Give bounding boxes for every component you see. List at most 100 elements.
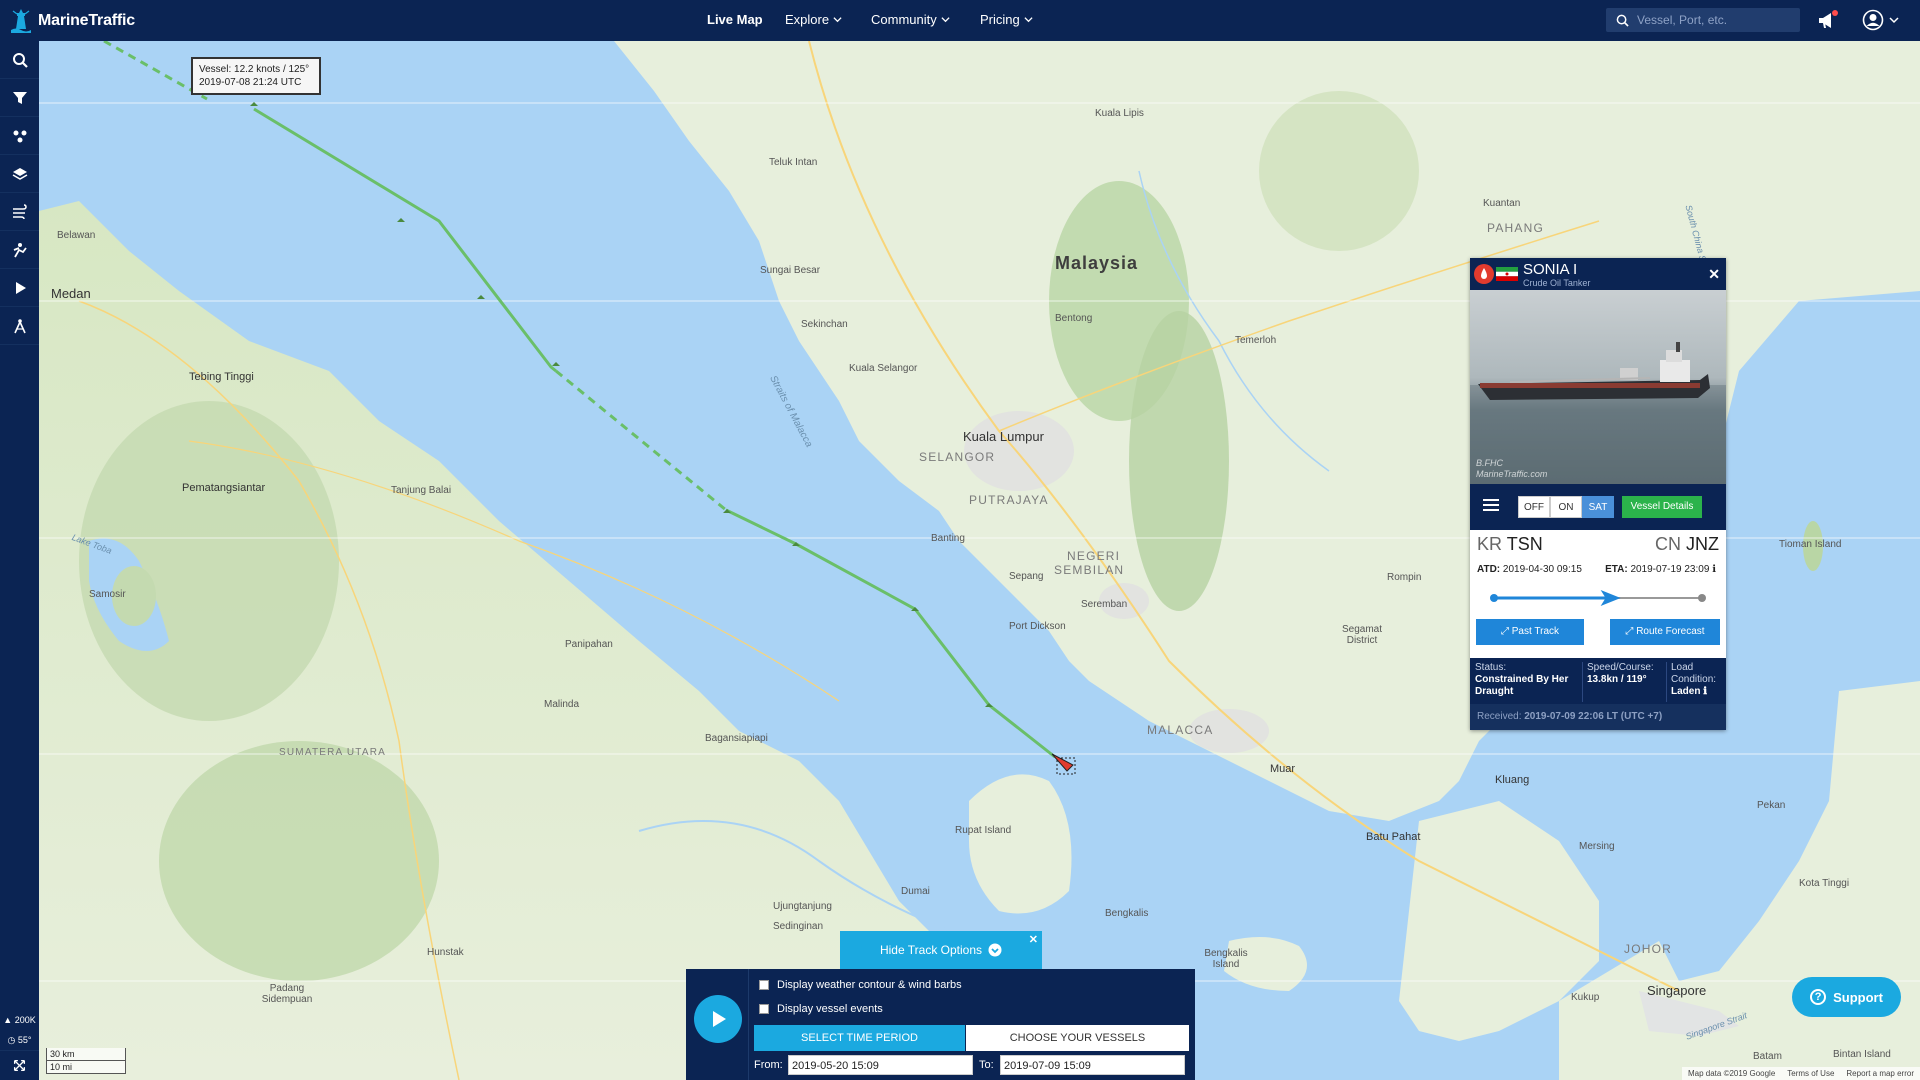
- tooltip-timestamp: 2019-07-08 21:24 UTC: [199, 77, 302, 88]
- from-date-input[interactable]: 2019-05-20 15:09: [788, 1055, 973, 1075]
- search-input[interactable]: [1637, 13, 1797, 27]
- fullscreen-icon: [13, 1059, 26, 1072]
- sidebar-fleet-button[interactable]: [0, 117, 39, 155]
- label-belawan: Belawan: [57, 230, 96, 241]
- label-putrajaya: PUTRAJAYA: [969, 493, 1049, 507]
- tanker-type-icon: [1474, 264, 1494, 284]
- hamburger-menu-icon[interactable]: [1483, 497, 1499, 513]
- label-kluang: Kluang: [1495, 774, 1530, 786]
- events-checkbox-row[interactable]: Display vessel events: [759, 1003, 883, 1015]
- search-icon: [1616, 14, 1629, 27]
- arrival-country-code: CN: [1654, 534, 1681, 554]
- label-johor: JOHOR: [1624, 942, 1672, 956]
- vessel-details-button[interactable]: Vessel Details: [1622, 496, 1702, 518]
- track-point-tooltip: Vessel: 12.2 knots / 125° 2019-07-08 21:…: [191, 57, 321, 95]
- load-value-row: Laden ℹ: [1671, 686, 1724, 698]
- from-label: From:: [754, 1059, 783, 1071]
- tanker-ship-image: [1470, 342, 1726, 484]
- departure-port-code: TSN: [1506, 534, 1543, 554]
- toggle-on[interactable]: ON: [1550, 496, 1582, 518]
- arrival-port[interactable]: CN JNZ: [1655, 534, 1719, 555]
- label-bengkalis: Bengkalis: [1105, 908, 1149, 919]
- label-sedinginan: Sedinginan: [773, 921, 824, 932]
- zoom-level-indicator: ▲ 200K: [3, 1015, 36, 1025]
- to-date-input[interactable]: 2019-07-09 15:09: [1000, 1055, 1185, 1075]
- sidebar-filter-button[interactable]: [0, 79, 39, 117]
- hide-track-options-label: Hide Track Options: [879, 943, 983, 957]
- notifications-button[interactable]: [1816, 10, 1838, 30]
- sidebar-weather-button[interactable]: [0, 193, 39, 231]
- label-samosir: Samosir: [89, 589, 126, 600]
- tab-select-time-period[interactable]: SELECT TIME PERIOD: [754, 1025, 965, 1051]
- nav-live-map[interactable]: Live Map: [707, 12, 763, 27]
- tab-choose-vessels[interactable]: CHOOSE YOUR VESSELS: [966, 1025, 1189, 1051]
- nav-community[interactable]: Community: [871, 12, 950, 27]
- photo-credit-site: MarineTraffic.com: [1476, 469, 1548, 479]
- left-sidebar: ▲ 200K ◷ 55°: [0, 41, 39, 1080]
- label-sembilan: SEMBILAN: [1054, 563, 1125, 577]
- lighthouse-logo-icon: [11, 9, 31, 33]
- sidebar-playback-button[interactable]: [0, 269, 39, 307]
- atd-label: ATD:: [1477, 564, 1501, 575]
- report-map-error-link[interactable]: Report a map error: [1846, 1069, 1914, 1078]
- sidebar-measure-button[interactable]: [0, 307, 39, 345]
- nav-community-label: Community: [871, 12, 937, 27]
- info-icon[interactable]: ℹ: [1703, 686, 1707, 697]
- account-menu[interactable]: [1862, 9, 1902, 31]
- sidebar-search-button[interactable]: [0, 41, 39, 79]
- status-value: Constrained By Her Draught: [1475, 674, 1569, 697]
- past-track-label: Past Track: [1511, 626, 1560, 637]
- label-segamat: Segamat District: [1341, 624, 1383, 646]
- label-ujungtanjung: Ujungtanjung: [773, 901, 832, 912]
- label-kuala-lipis: Kuala Lipis: [1095, 108, 1144, 119]
- play-track-button[interactable]: [694, 995, 742, 1043]
- route-forecast-button[interactable]: ⤢ Route Forecast: [1610, 619, 1720, 645]
- info-icon[interactable]: ℹ: [1712, 564, 1716, 575]
- events-checkbox-label: Display vessel events: [777, 1003, 883, 1015]
- received-timestamp: Received: 2019-07-09 22:06 LT (UTC +7): [1470, 704, 1726, 730]
- hide-track-options-button[interactable]: Hide Track Options ✕: [840, 931, 1042, 969]
- support-button[interactable]: ? Support: [1792, 977, 1901, 1017]
- atd-value: 2019-04-30 09:15: [1502, 564, 1582, 575]
- nav-pricing[interactable]: Pricing: [980, 12, 1033, 27]
- nav-explore[interactable]: Explore: [785, 12, 842, 27]
- departure-port[interactable]: KR TSN: [1477, 534, 1543, 555]
- notification-dot: [1832, 10, 1838, 16]
- label-bagansiapiapi: Bagansiapiapi: [705, 733, 768, 744]
- chevron-down-icon: [1889, 17, 1899, 24]
- density-icon: [13, 242, 27, 257]
- close-icon[interactable]: ✕: [1029, 933, 1038, 946]
- photo-credit-author: B.FHC: [1476, 458, 1503, 468]
- label-padang-sidempuan: Padang Sidempuan: [261, 983, 313, 1005]
- layers-icon: [12, 167, 27, 180]
- weather-checkbox[interactable]: [759, 980, 769, 990]
- sidebar-layers-button[interactable]: [0, 155, 39, 193]
- play-icon: [713, 1011, 726, 1027]
- heading-value: 55°: [17, 1035, 32, 1045]
- label-batam: Batam: [1753, 1051, 1782, 1062]
- weather-checkbox-row[interactable]: Display weather contour & wind barbs: [759, 979, 962, 991]
- marinetraffic-logo[interactable]: MarineTraffic: [10, 6, 135, 36]
- close-icon[interactable]: ✕: [1708, 266, 1720, 283]
- label-tanjung-balai: Tanjung Balai: [391, 485, 452, 496]
- measure-compass-icon: [13, 318, 26, 333]
- terms-of-use-link[interactable]: Terms of Use: [1787, 1069, 1834, 1078]
- toggle-sat[interactable]: SAT: [1582, 496, 1614, 518]
- label-tebing-tinggi: Tebing Tinggi: [189, 371, 254, 383]
- nav-pricing-label: Pricing: [980, 12, 1020, 27]
- label-kuala-lumpur: Kuala Lumpur: [963, 429, 1044, 444]
- route-forecast-label: Route Forecast: [1636, 626, 1705, 637]
- vessel-photo[interactable]: B.FHC MarineTraffic.com: [1470, 290, 1726, 484]
- past-track-button[interactable]: ⤢ Past Track: [1476, 619, 1584, 645]
- tooltip-speed-course: Vessel: 12.2 knots / 125°: [199, 64, 310, 75]
- toggle-off[interactable]: OFF: [1518, 496, 1550, 518]
- events-checkbox[interactable]: [759, 1004, 769, 1014]
- fullscreen-button[interactable]: [0, 1050, 39, 1080]
- label-pahang: PAHANG: [1487, 221, 1544, 235]
- heading-indicator: ◷ 55°: [7, 1035, 32, 1045]
- track-options-panel: Display weather contour & wind barbs Dis…: [686, 969, 1195, 1080]
- status-column: Status: Constrained By Her Draught: [1475, 662, 1578, 698]
- label-kukup: Kukup: [1571, 992, 1600, 1003]
- filter-icon: [12, 91, 27, 104]
- sidebar-density-button[interactable]: [0, 231, 39, 269]
